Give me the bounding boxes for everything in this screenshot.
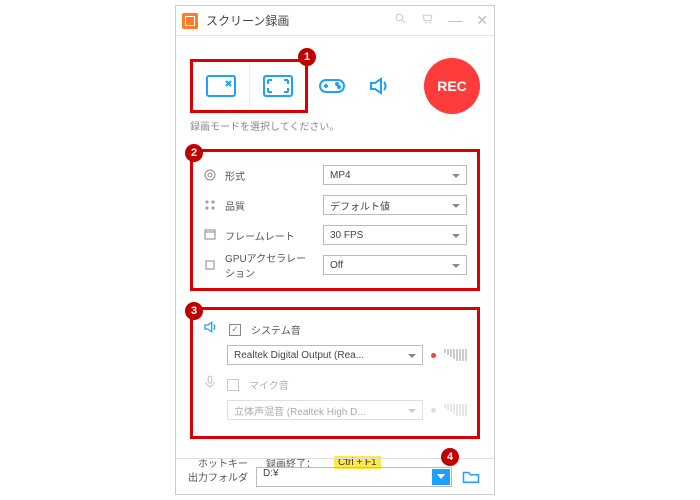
- region-mode-group: [190, 59, 308, 113]
- custom-region-button[interactable]: [193, 62, 249, 110]
- callout-badge-4: 4: [441, 448, 459, 466]
- mic-audio-device-dropdown[interactable]: 立体声混音 (Realtek High D...: [227, 400, 423, 420]
- audio-mode-button[interactable]: [356, 62, 404, 110]
- quality-row: 品質 デフォルト値: [203, 192, 467, 218]
- mic-audio-device-row: 立体声混音 (Realtek High D...: [227, 400, 467, 420]
- titlebar: スクリーン録画 — ✕: [176, 6, 494, 36]
- record-button[interactable]: REC: [424, 58, 480, 114]
- search-icon[interactable]: [394, 12, 407, 29]
- system-audio-checkbox[interactable]: ✓: [229, 324, 241, 336]
- microphone-icon: [203, 375, 217, 394]
- mic-audio-checkbox[interactable]: [227, 379, 239, 391]
- volume-meter-icon: [444, 349, 467, 361]
- close-button[interactable]: ✕: [476, 12, 488, 29]
- video-settings-section: 2 形式 MP4 品質 デフォルト値 フレームレート 30 FPS GPUアクセ…: [190, 149, 480, 291]
- quality-icon: [203, 198, 217, 212]
- mic-indicator-icon: [431, 408, 436, 413]
- system-audio-header: ✓ システム音: [203, 320, 467, 339]
- open-folder-button[interactable]: [460, 470, 482, 484]
- mode-hint: 録画モードを選択してください。: [190, 118, 494, 133]
- cart-icon[interactable]: [421, 12, 434, 29]
- fps-dropdown[interactable]: 30 FPS: [323, 225, 467, 245]
- system-audio-device-dropdown[interactable]: Realtek Digital Output (Rea...: [227, 345, 423, 365]
- format-icon: [203, 168, 217, 182]
- mic-audio-label: マイク音: [249, 377, 289, 392]
- system-audio-label: システム音: [251, 322, 301, 337]
- gpu-icon: [203, 258, 217, 272]
- fps-row: フレームレート 30 FPS: [203, 222, 467, 248]
- output-folder-input[interactable]: D:¥ 4: [256, 467, 452, 487]
- format-label: 形式: [225, 168, 315, 183]
- fullscreen-button[interactable]: [249, 62, 305, 110]
- callout-badge-3: 3: [185, 302, 203, 320]
- mode-toolbar: 1 REC: [190, 58, 480, 114]
- fps-label: フレームレート: [225, 228, 315, 243]
- callout-badge-2: 2: [185, 144, 203, 162]
- quality-label: 品質: [225, 198, 315, 213]
- titlebar-actions: — ✕: [394, 12, 488, 29]
- minimize-button[interactable]: —: [448, 12, 462, 29]
- quality-dropdown[interactable]: デフォルト値: [323, 195, 467, 215]
- fps-icon: [203, 228, 217, 242]
- gpu-row: GPUアクセラレーション Off: [203, 252, 467, 278]
- output-folder-label: 出力フォルダ: [188, 469, 248, 484]
- speaker-icon: [203, 320, 219, 339]
- output-bar: 出力フォルダ D:¥ 4: [176, 458, 494, 494]
- recording-indicator-icon: [431, 353, 436, 358]
- output-folder-dropdown-button[interactable]: [432, 469, 450, 485]
- app-icon: [182, 13, 198, 29]
- game-mode-button[interactable]: [308, 62, 356, 110]
- window-title: スクリーン録画: [206, 12, 394, 29]
- callout-badge-1: 1: [298, 48, 316, 66]
- record-label: REC: [437, 78, 467, 94]
- system-audio-device-row: Realtek Digital Output (Rea...: [227, 345, 467, 365]
- format-row: 形式 MP4: [203, 162, 467, 188]
- mic-volume-meter-icon: [444, 404, 467, 416]
- gpu-dropdown[interactable]: Off: [323, 255, 467, 275]
- mic-audio-header: マイク音: [203, 375, 467, 394]
- app-window: スクリーン録画 — ✕ 1 REC: [175, 5, 495, 495]
- format-dropdown[interactable]: MP4: [323, 165, 467, 185]
- audio-settings-section: 3 ✓ システム音 Realtek Digital Output (Rea...…: [190, 307, 480, 439]
- gpu-label: GPUアクセラレーション: [225, 250, 315, 280]
